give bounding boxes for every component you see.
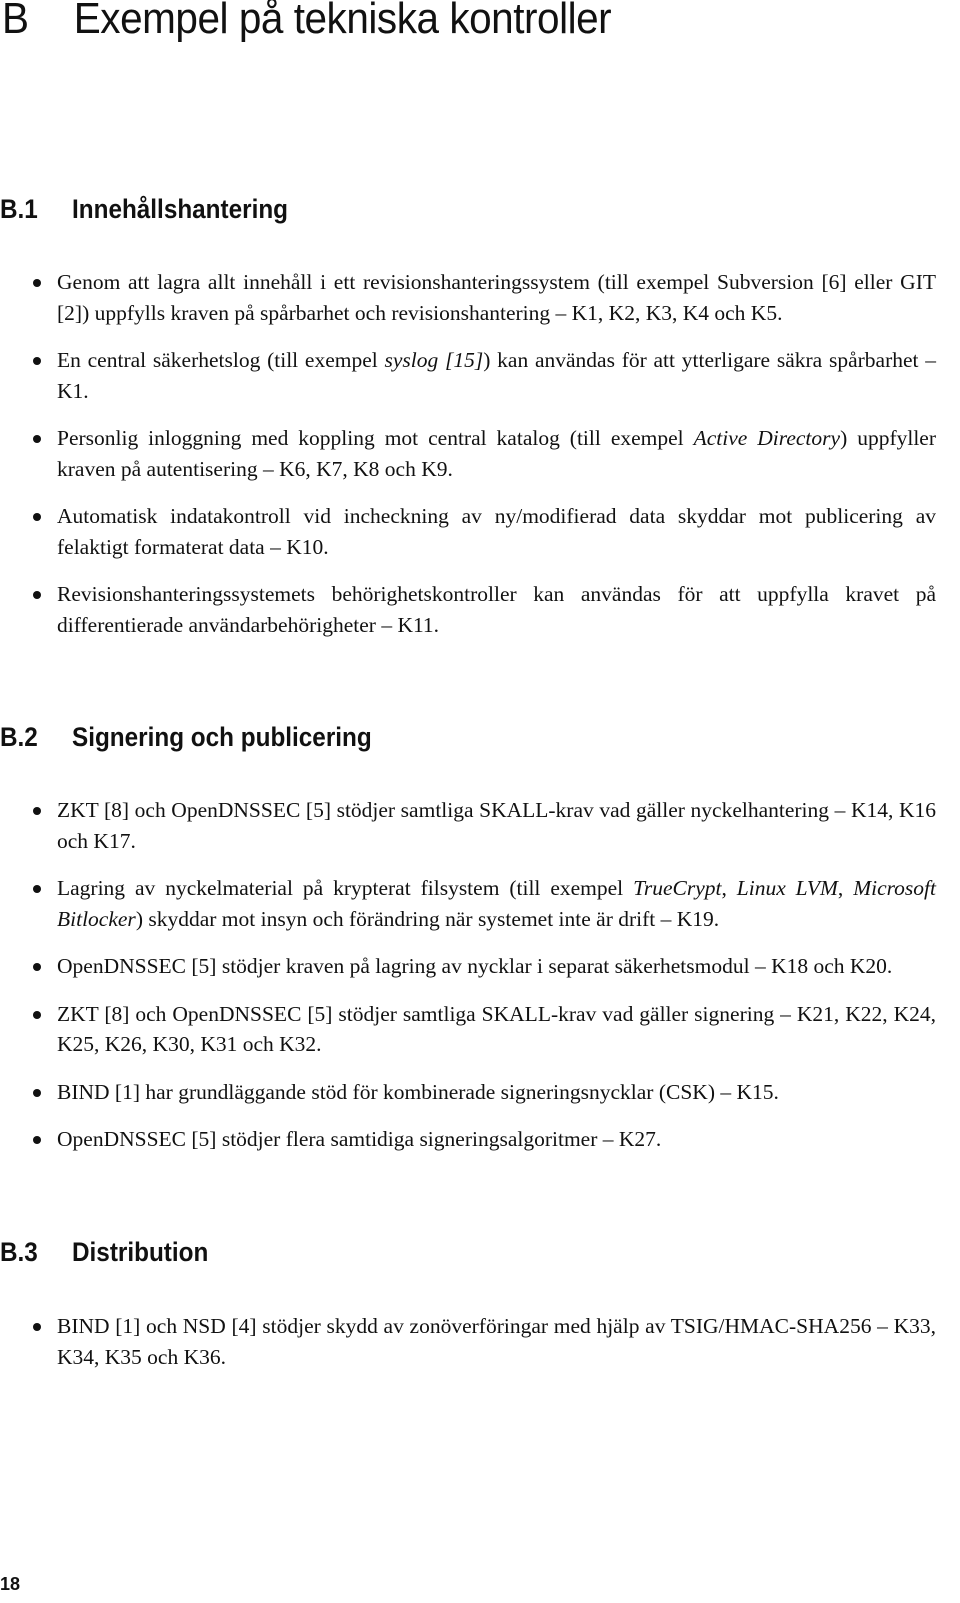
list-item: Lagring av nyckelmaterial på krypterat f…: [0, 873, 936, 934]
list-item: Personlig inloggning med koppling mot ce…: [0, 423, 936, 484]
list-item: ZKT [8] och OpenDNSSEC [5] stödjer samtl…: [0, 999, 936, 1060]
item-text: BIND [1] har grundläggande stöd för komb…: [57, 1079, 779, 1104]
list-item: En central säkerhetslog (till exempel sy…: [0, 345, 936, 406]
item-text: OpenDNSSEC [5] stödjer kraven på lagring…: [57, 954, 893, 978]
section-number: B.3: [0, 1237, 38, 1267]
bullet-icon: [33, 1088, 41, 1097]
bullet-list-b3: BIND [1] och NSD [4] stödjer skydd av zo…: [0, 1311, 936, 1389]
item-text: Revisionshanteringssystemets behörighets…: [57, 582, 936, 637]
chapter-title-text: Exempel på tekniska kontroller: [73, 0, 612, 43]
item-text: ,: [721, 876, 737, 900]
list-item: Automatisk indatakontroll vid inchecknin…: [0, 501, 936, 562]
emphasized-term: Linux LVM: [736, 876, 838, 900]
bullet-list-b1: Genom att lagra allt innehåll i ett revi…: [0, 267, 936, 657]
section-title-text: Distribution: [72, 1237, 209, 1267]
item-text: ZKT [8] och OpenDNSSEC [5] stödjer samtl…: [57, 798, 936, 853]
chapter-title: B Exempel på tekniska kontroller: [2, 0, 612, 44]
item-text: ZKT [8] och OpenDNSSEC [5] stödjer samtl…: [57, 1001, 936, 1057]
bullet-icon: [33, 591, 41, 599]
item-text: Genom att lagra allt innehåll i ett revi…: [57, 270, 936, 325]
emphasized-term: syslog [15]: [384, 348, 484, 372]
list-item: Revisionshanteringssystemets behörighets…: [0, 579, 936, 640]
bullet-icon: [33, 513, 41, 521]
item-text: Personlig inloggning med koppling mot ce…: [57, 426, 694, 450]
section-title-text: Signering och publicering: [72, 722, 372, 752]
section-title-text: Innehållshantering: [72, 194, 289, 224]
item-text: ,: [837, 876, 854, 900]
emphasized-term: Active Directory: [693, 426, 841, 450]
section-title-b1: B.1 Innehållshantering: [0, 194, 288, 225]
bullet-list-b2: ZKT [8] och OpenDNSSEC [5] stödjer samtl…: [0, 795, 936, 1172]
section-title-b3: B.3 Distribution: [0, 1237, 208, 1268]
list-item: BIND [1] har grundläggande stöd för komb…: [0, 1077, 936, 1108]
list-item: OpenDNSSEC [5] stödjer flera samtidiga s…: [0, 1124, 936, 1155]
chapter-number: B: [2, 0, 29, 43]
bullet-icon: [33, 807, 41, 815]
list-item: OpenDNSSEC [5] stödjer kraven på lagring…: [0, 951, 936, 982]
section-title-b2: B.2 Signering och publicering: [0, 722, 372, 753]
bullet-icon: [33, 279, 41, 287]
item-text: BIND [1] och NSD [4] stödjer skydd av zo…: [57, 1314, 936, 1369]
list-item: BIND [1] och NSD [4] stödjer skydd av zo…: [0, 1311, 936, 1372]
section-number: B.2: [0, 722, 38, 752]
bullet-icon: [33, 1010, 41, 1019]
item-text: Automatisk indatakontroll vid inchecknin…: [57, 504, 936, 559]
section-number: B.1: [0, 194, 38, 224]
item-text: OpenDNSSEC [5] stödjer flera samtidiga s…: [57, 1127, 662, 1151]
bullet-icon: [33, 1323, 41, 1331]
list-item: Genom att lagra allt innehåll i ett revi…: [0, 267, 936, 328]
bullet-icon: [33, 885, 41, 893]
item-text: ) skyddar mot insyn och förändring när s…: [135, 906, 720, 931]
page-number: 18: [0, 1574, 21, 1594]
item-text: En central säkerhetslog (till exempel: [57, 348, 385, 372]
item-text: Lagring av nyckelmaterial på krypterat f…: [57, 876, 634, 900]
list-item: ZKT [8] och OpenDNSSEC [5] stödjer samtl…: [0, 795, 936, 856]
bullet-icon: [33, 1136, 41, 1144]
bullet-icon: [33, 963, 41, 971]
bullet-icon: [33, 435, 41, 443]
bullet-icon: [33, 357, 41, 365]
emphasized-term: TrueCrypt: [633, 876, 722, 900]
